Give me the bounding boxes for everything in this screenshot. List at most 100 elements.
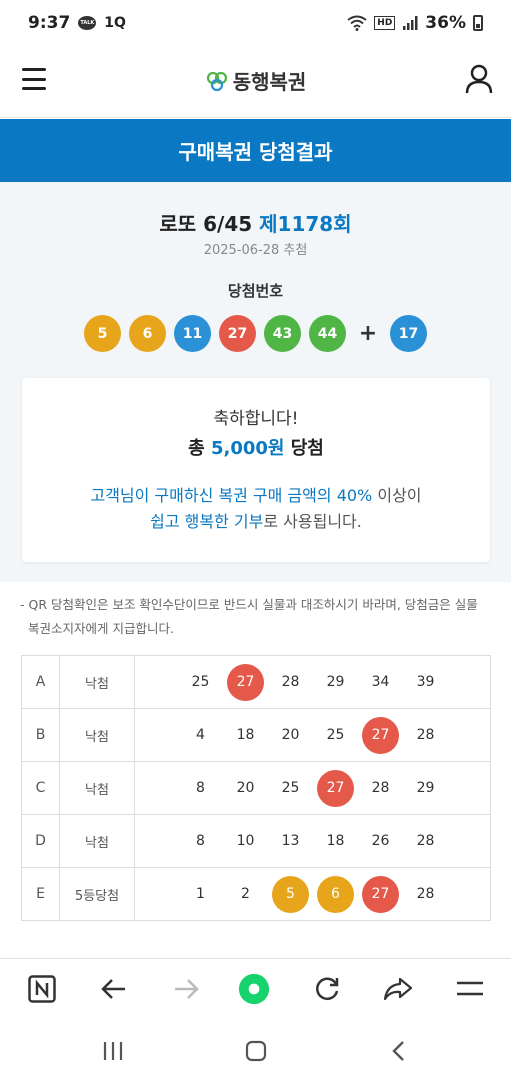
ticket-game-label: C <box>21 761 60 815</box>
forward-arrow-icon[interactable] <box>170 973 202 1005</box>
ticket-number: 18 <box>326 833 345 849</box>
wifi-icon <box>347 15 367 31</box>
winning-ball: 5 <box>84 315 121 352</box>
ticket-number: 8 <box>196 780 205 796</box>
ticket-status: 낙첨 <box>59 761 135 815</box>
page-title-band: 구매복권 당첨결과 <box>0 119 511 182</box>
carrier-icon: 1Q <box>104 15 126 31</box>
ticket-status: 낙첨 <box>59 655 135 709</box>
donate-line-1: 고객님이 구매하신 복권 구매 금액의 40% 이상이 <box>22 482 490 506</box>
logo-text: 동행복권 <box>232 70 307 94</box>
matched-number-ball: 5 <box>272 875 309 913</box>
ticket-numbers-cell: 25 27 28 29 34 39 <box>134 655 491 709</box>
prize-prefix: 총 <box>188 438 205 459</box>
ticket-number: 4 <box>196 727 205 743</box>
notice: - QR 당첨확인은 보조 확인수단이므로 반드시 실물과 대조하시기 바라며,… <box>20 593 490 641</box>
recent-apps-icon[interactable] <box>100 1038 126 1064</box>
ticket-numbers-cell: 8 20 25 27 28 29 <box>134 761 491 815</box>
signal-icon <box>403 16 418 30</box>
system-navigation <box>0 1022 511 1080</box>
ticket-number: 28 <box>416 727 435 743</box>
status-left: 9:37 TALK 1Q <box>28 13 126 33</box>
ticket-status: 낙첨 <box>59 814 135 868</box>
congrats-message: 축하합니다! <box>213 409 299 429</box>
draw-number: 제1178회 <box>259 212 352 236</box>
draw-date: 2025-06-28 추첨 <box>203 243 308 258</box>
ticket-numbers: 8 10 13 18 26 28 <box>135 823 490 860</box>
congrats-card: 축하합니다! 총 5,000원 당첨 고객님이 구매하신 복권 구매 금액의 4… <box>22 378 490 562</box>
battery-icon <box>473 15 483 31</box>
ticket-numbers: 8 20 25 27 28 29 <box>135 769 490 807</box>
draw-title: 로또 6/45 제1178회 <box>0 208 511 237</box>
winning-ball: 11 <box>174 315 211 352</box>
ticket-number: 26 <box>371 833 390 849</box>
ticket-status: 낙첨 <box>59 708 135 762</box>
notice-line-1: - QR 당첨확인은 보조 확인수단이므로 반드시 실물과 대조하시기 바라며,… <box>20 597 478 612</box>
back-icon[interactable] <box>386 1038 412 1064</box>
winning-numbers-label: 당첨번호 <box>227 282 284 300</box>
ticket-numbers-cell: 1 2 5 6 27 28 <box>134 867 491 921</box>
ticket-row: B 낙첨 4 18 20 25 27 28 <box>21 708 491 762</box>
ticket-numbers-cell: 8 10 13 18 26 28 <box>134 814 491 868</box>
ticket-number: 25 <box>191 674 210 690</box>
ticket-number: 20 <box>236 780 255 796</box>
winning-ball: 6 <box>129 315 166 352</box>
n-home-icon[interactable] <box>26 973 58 1005</box>
donate-text-2: 로 사용됩니다. <box>263 512 362 531</box>
app-header: 동행복권 <box>0 46 511 118</box>
prize-suffix: 당첨 <box>290 438 324 459</box>
winning-numbers: 5 6 11 27 43 44 +17 <box>0 315 511 352</box>
hd-voice-icon: HD <box>374 16 396 30</box>
ticket-table: A 낙첨 25 27 28 29 34 39 B 낙첨 4 18 20 25 27 28 C 낙첨 8 20 25 27 2… <box>21 655 491 921</box>
battery-percent: 36% <box>425 13 466 33</box>
donate-line-2: 쉽고 행복한 기부로 사용됩니다. <box>22 508 490 532</box>
donate-highlight-1: 고객님이 구매하신 복권 구매 금액의 40% <box>90 486 373 505</box>
ticket-number: 8 <box>196 833 205 849</box>
donate-text-1: 이상이 <box>377 486 422 505</box>
winning-ball: 27 <box>219 315 256 352</box>
status-right: HD 36% <box>347 13 483 33</box>
ticket-numbers-cell: 4 18 20 25 27 28 <box>134 708 491 762</box>
ticket-row: D 낙첨 8 10 13 18 26 28 <box>21 814 491 868</box>
ticket-number: 18 <box>236 727 255 743</box>
ticket-numbers: 1 2 5 6 27 28 <box>135 875 490 913</box>
home-icon[interactable] <box>243 1038 269 1064</box>
ticket-game-label: A <box>21 655 60 709</box>
ticket-number: 13 <box>281 833 300 849</box>
green-record-icon[interactable] <box>238 973 270 1005</box>
browser-toolbar <box>0 958 511 1022</box>
ticket-numbers: 25 27 28 29 34 39 <box>135 663 490 701</box>
winning-ball: 43 <box>264 315 301 352</box>
plus-sign: + <box>358 321 378 346</box>
back-arrow-icon[interactable] <box>98 973 130 1005</box>
prize-amount: 5,000원 <box>210 438 285 459</box>
ticket-number: 28 <box>371 780 390 796</box>
ticket-game-label: B <box>21 708 60 762</box>
ticket-number: 28 <box>416 886 435 902</box>
share-icon[interactable] <box>382 973 414 1005</box>
ticket-number: 10 <box>236 833 255 849</box>
user-profile-icon[interactable] <box>465 64 493 94</box>
logo[interactable]: 동행복권 <box>0 66 511 95</box>
status-time: 9:37 <box>28 13 71 33</box>
menu-icon[interactable] <box>454 973 486 1005</box>
status-bar: 9:37 TALK 1Q HD 36% <box>0 0 511 46</box>
ticket-number: 29 <box>326 674 345 690</box>
ticket-number: 34 <box>371 674 390 690</box>
ticket-number: 2 <box>241 886 250 902</box>
ticket-number: 1 <box>196 886 205 902</box>
ticket-number: 28 <box>281 674 300 690</box>
ticket-number: 25 <box>281 780 300 796</box>
ticket-number: 28 <box>416 833 435 849</box>
matched-number-ball: 27 <box>362 875 399 913</box>
matched-number-ball: 27 <box>227 663 264 701</box>
ticket-numbers: 4 18 20 25 27 28 <box>135 716 490 754</box>
donate-highlight-2: 쉽고 행복한 기부 <box>150 512 264 531</box>
bonus-ball: 17 <box>390 315 427 352</box>
matched-number-ball: 27 <box>317 769 354 807</box>
reload-icon[interactable] <box>311 973 343 1005</box>
ticket-status: 5등당첨 <box>59 867 135 921</box>
ticket-number: 39 <box>416 674 435 690</box>
ticket-row: E 5등당첨 1 2 5 6 27 28 <box>21 867 491 921</box>
winning-ball: 44 <box>309 315 346 352</box>
